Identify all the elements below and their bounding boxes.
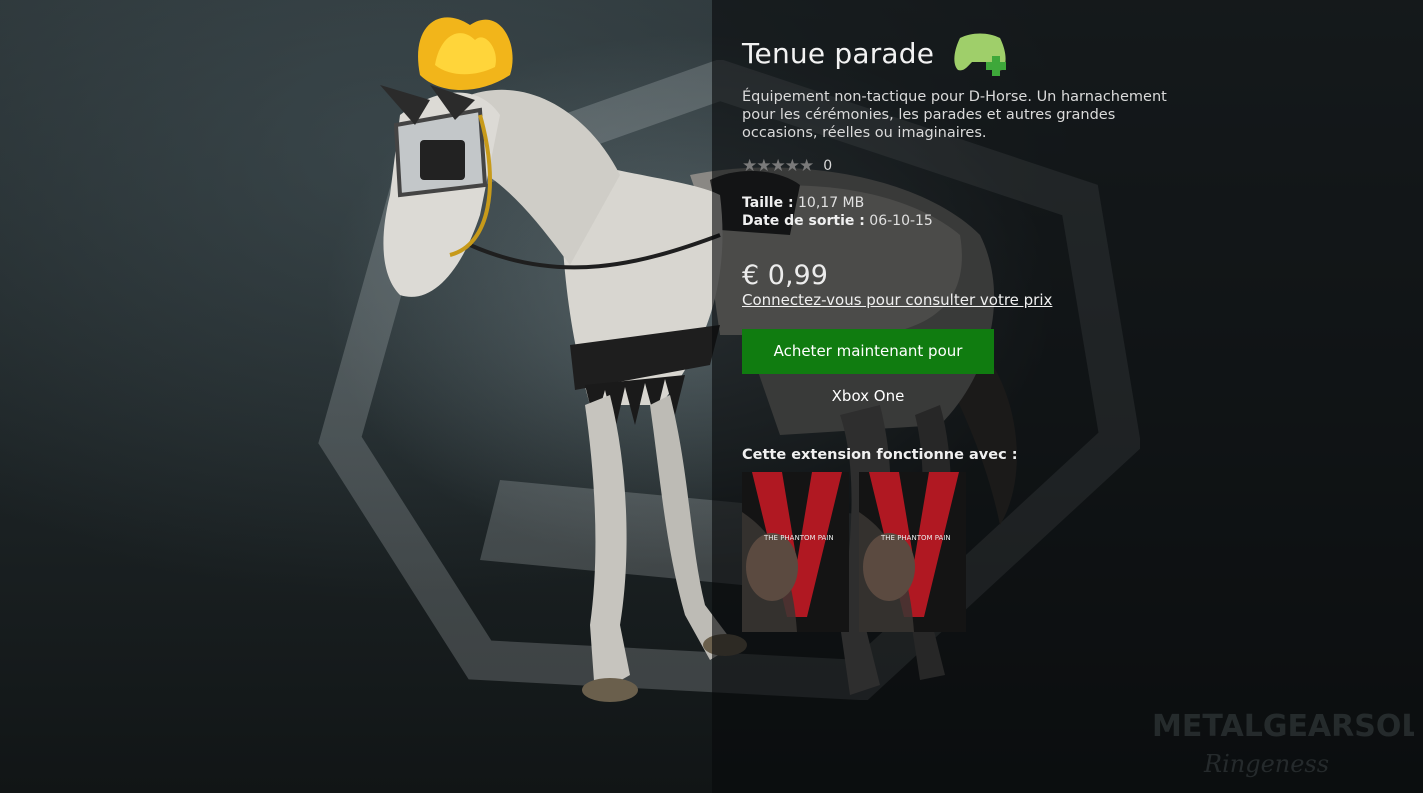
game-cover-art: THE PHANTOM PAIN bbox=[859, 472, 966, 632]
size-row: Taille : 10,17 MB bbox=[742, 194, 1172, 212]
controller-addon-icon bbox=[954, 33, 1007, 76]
compatible-games: THE PHANTOM PAIN THE PHANTOM PAIN bbox=[742, 472, 1172, 632]
release-row: Date de sortie : 06-10-15 bbox=[742, 212, 1172, 230]
game-cover-title: THE PHANTOM PAIN bbox=[763, 534, 834, 542]
game-cover-art: THE PHANTOM PAIN bbox=[742, 472, 849, 632]
compatibility-label: Cette extension fonctionne avec : bbox=[742, 447, 1018, 463]
rating[interactable]: ★★★★★ 0 bbox=[742, 156, 1172, 176]
price: € 0,99 bbox=[742, 260, 828, 291]
site-watermark-logo: METALGEARSOLID Ringeness bbox=[1152, 709, 1414, 778]
rating-count: 0 bbox=[823, 158, 833, 174]
game-cover[interactable]: THE PHANTOM PAIN bbox=[742, 472, 849, 632]
watermark-line2: Ringeness bbox=[1203, 750, 1329, 778]
game-cover[interactable]: THE PHANTOM PAIN bbox=[859, 472, 966, 632]
product-description: Équipement non-tactique pour D-Horse. Un… bbox=[742, 89, 1167, 141]
game-cover-title: THE PHANTOM PAIN bbox=[880, 534, 951, 542]
title-row: Tenue parade bbox=[742, 30, 1172, 76]
login-price-link[interactable]: Connectez-vous pour consulter votre prix bbox=[742, 291, 1172, 309]
product-info-panel: Tenue parade Équipement non-tactique pou… bbox=[742, 30, 1172, 632]
buy-button[interactable]: Acheter maintenant pour Xbox One bbox=[742, 329, 994, 405]
rating-stars-icon: ★★★★★ bbox=[742, 156, 814, 176]
product-meta: Taille : 10,17 MB Date de sortie : 06-10… bbox=[742, 194, 1172, 230]
product-title: Tenue parade bbox=[742, 36, 935, 70]
release-value: 06-10-15 bbox=[869, 213, 933, 229]
watermark-line1: METALGEARSOLID bbox=[1152, 709, 1414, 744]
release-label: Date de sortie : bbox=[742, 213, 865, 229]
size-label: Taille : bbox=[742, 195, 794, 211]
size-value: 10,17 MB bbox=[798, 195, 865, 211]
